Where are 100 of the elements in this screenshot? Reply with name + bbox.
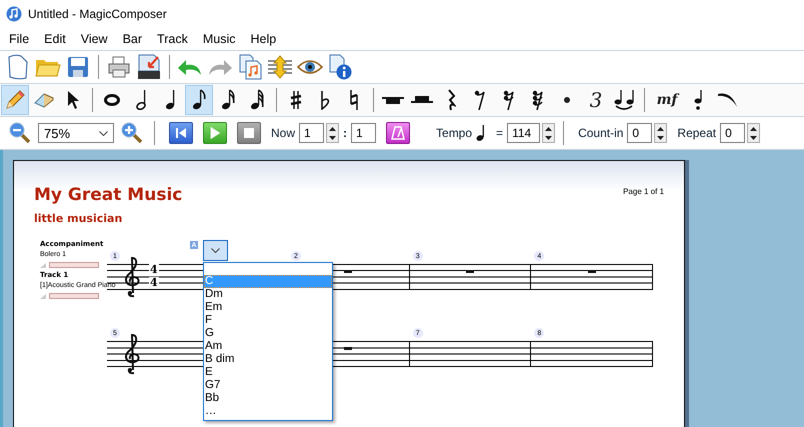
sixteenth-note-icon	[221, 89, 235, 111]
down-arrow-icon	[545, 136, 552, 140]
whole-rest-icon	[466, 270, 474, 273]
spin-buttons[interactable]	[747, 123, 760, 143]
treble-clef-icon	[124, 333, 142, 375]
score-subtitle: little musician	[34, 212, 124, 225]
menu-item[interactable]: View	[74, 30, 116, 48]
half-note-icon	[136, 89, 146, 111]
zoom-in-icon	[121, 122, 143, 144]
whole-rest-icon	[344, 270, 352, 273]
volume-icon	[40, 294, 46, 299]
count-in-field[interactable]: 0	[627, 123, 652, 143]
chord-option[interactable]: Bb	[204, 392, 332, 405]
chord-option[interactable]: …	[204, 405, 332, 418]
spin-buttons[interactable]	[654, 123, 668, 143]
spin-buttons[interactable]	[542, 123, 556, 143]
down-arrow-icon	[329, 136, 336, 140]
time-signature-number: 4	[149, 264, 159, 276]
thirty-second-note-icon	[250, 89, 264, 111]
quarter-rest-icon	[446, 89, 456, 111]
menu-item[interactable]: Bar	[116, 30, 150, 48]
chord-option[interactable]: F	[204, 314, 332, 327]
tempo-label: Tempo	[436, 126, 472, 140]
up-arrow-icon	[545, 126, 552, 130]
skip-back-icon	[176, 128, 186, 138]
time-signature-number: 4	[149, 277, 159, 289]
menu-item[interactable]: File	[2, 30, 38, 48]
half-rest-icon	[411, 95, 433, 105]
volume-icon	[40, 263, 46, 268]
treble-clef-icon	[124, 256, 142, 298]
chord-option[interactable]: E	[204, 366, 332, 379]
beat-field[interactable]: 1	[351, 123, 376, 143]
natural-icon	[349, 89, 359, 111]
up-down-arrows-icon	[267, 55, 293, 79]
printer-icon	[107, 56, 131, 78]
down-arrow-icon	[657, 136, 664, 140]
chord-option[interactable]: Am	[204, 340, 332, 353]
chord-dropdown[interactable]	[203, 240, 228, 261]
chevron-down-icon	[211, 248, 220, 253]
menu-item[interactable]: Help	[243, 30, 284, 48]
slur-icon	[717, 91, 739, 109]
flat-icon	[319, 90, 331, 110]
score-title: My Great Music	[34, 185, 182, 205]
whole-note-icon	[104, 94, 120, 106]
document-export-icon	[136, 54, 162, 80]
down-arrow-icon	[750, 136, 758, 140]
up-arrow-icon	[750, 126, 758, 130]
now-label: Now	[271, 126, 296, 140]
dot-icon	[564, 97, 570, 103]
palette-button[interactable]: 3	[582, 85, 610, 115]
sixteenth-rest-icon	[502, 89, 516, 111]
menu-item[interactable]: Music	[196, 30, 244, 48]
eighth-rest-icon	[473, 89, 487, 111]
thirty-second-rest-icon	[531, 89, 545, 111]
chord-option[interactable]: G7	[204, 379, 332, 392]
play-icon	[210, 127, 220, 139]
up-arrow-icon	[657, 126, 664, 130]
colon-separator: :	[343, 126, 348, 140]
stop-button[interactable]	[237, 122, 261, 144]
chord-option[interactable]: Dm	[204, 288, 332, 301]
page-number: Page 1 of 1	[623, 187, 664, 198]
palette-button[interactable]	[185, 85, 213, 115]
export-button[interactable]	[135, 52, 163, 82]
zoom-dropdown[interactable]: 75%	[38, 123, 114, 143]
chevron-down-icon	[99, 130, 108, 136]
whole-rest-icon	[382, 95, 404, 105]
equals-sign: =	[496, 126, 504, 140]
redo-arrow-icon	[207, 57, 233, 77]
quarter-note-icon	[165, 89, 175, 111]
metronome-button[interactable]	[386, 122, 410, 144]
eighth-note-icon	[192, 89, 206, 111]
document-icon	[7, 54, 29, 80]
eye-icon	[297, 59, 323, 75]
menu-item[interactable]: Track	[150, 30, 196, 48]
app-icon	[6, 6, 22, 22]
palette-button[interactable]: mf	[650, 85, 684, 115]
sharp-icon	[290, 90, 302, 110]
info-icon	[328, 54, 352, 80]
chord-option[interactable]: Em	[204, 301, 332, 314]
repeat-field[interactable]: 0	[720, 123, 746, 143]
chord-option[interactable]: B dim	[204, 353, 332, 366]
tempo-field[interactable]: 114	[507, 123, 540, 143]
spin-buttons[interactable]	[326, 123, 340, 143]
rewind-button[interactable]	[169, 122, 193, 144]
pointer-icon	[66, 90, 80, 110]
chord-option[interactable]: G	[204, 327, 332, 340]
up-arrow-icon	[329, 126, 336, 130]
music-documents-icon	[238, 54, 262, 80]
stop-icon	[244, 128, 254, 138]
metronome-icon	[391, 126, 406, 140]
window-title: Untitled - MagicComposer	[28, 7, 167, 21]
bar-field[interactable]: 1	[299, 123, 324, 143]
zoom-out-icon	[9, 122, 31, 144]
repeat-label: Repeat	[677, 126, 716, 140]
play-button[interactable]	[203, 122, 227, 144]
whole-rest-icon	[344, 347, 352, 350]
whole-rest-icon	[588, 270, 596, 273]
menu-item[interactable]: Edit	[37, 30, 74, 48]
quarter-note-icon	[476, 124, 486, 142]
count-in-label: Count-in	[578, 126, 624, 140]
